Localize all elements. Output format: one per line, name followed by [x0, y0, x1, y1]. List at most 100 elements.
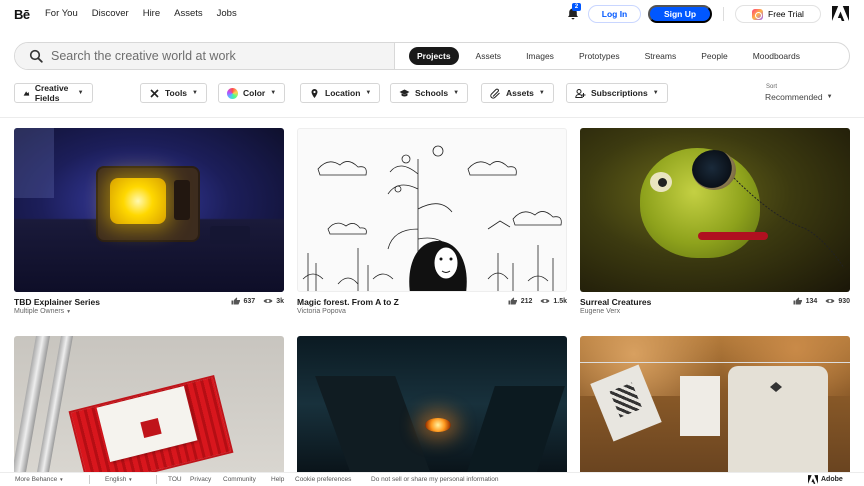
- footer-link-cookie-preferences[interactable]: Cookie preferences: [295, 476, 351, 483]
- sort-label: Sort: [766, 84, 778, 90]
- nav-for-you[interactable]: For You: [45, 8, 78, 19]
- nav-jobs[interactable]: Jobs: [217, 8, 237, 19]
- footer-divider: [89, 475, 90, 484]
- filter-assets[interactable]: Assets ▼: [481, 83, 554, 103]
- notification-count-badge: 2: [572, 3, 581, 11]
- nav-discover[interactable]: Discover: [92, 8, 129, 19]
- location-pin-icon: [311, 88, 318, 98]
- project-card[interactable]: [297, 336, 567, 472]
- eye-icon: [825, 298, 835, 304]
- nav-hire[interactable]: Hire: [143, 8, 160, 19]
- project-owner[interactable]: Multiple Owners ▼: [14, 308, 71, 315]
- top-navigation: Bē For You Discover Hire Assets Jobs 2 L…: [0, 0, 864, 28]
- project-thumbnail[interactable]: [580, 336, 850, 472]
- footer-divider: [156, 475, 157, 484]
- search-type-tabs: Projects Assets Images Prototypes Stream…: [409, 47, 817, 65]
- likes-count: 637: [243, 297, 256, 305]
- project-thumbnail[interactable]: [14, 336, 284, 472]
- project-card[interactable]: Magic forest. From A to Z Victoria Popov…: [297, 128, 567, 320]
- tab-streams[interactable]: Streams: [637, 47, 685, 65]
- search-input[interactable]: [51, 48, 381, 64]
- filter-label: Subscriptions: [591, 88, 648, 98]
- paperclip-icon: [490, 88, 500, 99]
- filter-color[interactable]: Color ▼: [218, 83, 286, 103]
- tab-prototypes[interactable]: Prototypes: [571, 47, 628, 65]
- graduation-cap-icon: [399, 89, 410, 96]
- thumbs-up-icon: [508, 297, 517, 305]
- project-stats: 212 1.5k: [508, 297, 567, 305]
- project-title[interactable]: Magic forest. From A to Z: [297, 297, 399, 307]
- sort-dropdown[interactable]: Recommended ▼: [765, 92, 833, 102]
- filter-label: Assets: [506, 88, 534, 98]
- tab-assets[interactable]: Assets: [468, 47, 510, 65]
- eye-icon: [263, 298, 273, 304]
- filter-subscriptions[interactable]: Subscriptions ▼: [566, 83, 668, 103]
- footer-link-privacy[interactable]: Privacy: [190, 476, 211, 483]
- tab-people[interactable]: People: [693, 47, 735, 65]
- more-behance-dropdown[interactable]: More Behance ▼: [15, 476, 64, 483]
- tab-moodboards[interactable]: Moodboards: [745, 47, 808, 65]
- footer: More Behance ▼ English ▼ TOU Privacy Com…: [0, 472, 864, 486]
- likes-stat: 212: [508, 297, 532, 305]
- main-nav: For You Discover Hire Assets Jobs: [45, 8, 237, 19]
- filter-label: Creative Fields: [34, 83, 69, 103]
- behance-logo[interactable]: Bē: [14, 7, 30, 22]
- filter-label: Location: [325, 88, 361, 98]
- project-title[interactable]: TBD Explainer Series: [14, 297, 100, 307]
- chevron-down-icon: ▼: [652, 90, 659, 96]
- chevron-down-icon: ▼: [453, 90, 460, 96]
- project-thumbnail[interactable]: [297, 336, 567, 472]
- footer-link-do-not-sell[interactable]: Do not sell or share my personal informa…: [371, 476, 499, 483]
- likes-stat: 134: [793, 297, 818, 305]
- project-title[interactable]: Surreal Creatures: [580, 297, 651, 307]
- free-trial-button[interactable]: Free Trial: [735, 5, 821, 23]
- search-field-container: [15, 43, 395, 69]
- eye-icon: [540, 298, 550, 304]
- views-count: 3k: [276, 297, 284, 305]
- filter-tools[interactable]: Tools ▼: [140, 83, 207, 103]
- filter-location[interactable]: Location ▼: [300, 83, 381, 103]
- filter-schools[interactable]: Schools ▼: [390, 83, 469, 103]
- filter-creative-fields[interactable]: Creative Fields ▼: [14, 83, 93, 103]
- sign-up-button[interactable]: Sign Up: [648, 5, 712, 23]
- project-thumbnail[interactable]: [297, 128, 567, 292]
- header-divider: [723, 7, 724, 21]
- project-card[interactable]: TBD Explainer Series Multiple Owners ▼ 6…: [14, 128, 284, 320]
- nav-assets[interactable]: Assets: [174, 8, 203, 19]
- filter-label: Tools: [165, 88, 188, 98]
- project-owner[interactable]: Eugene Verx: [580, 308, 620, 315]
- views-stat: 3k: [263, 297, 284, 305]
- tab-projects[interactable]: Projects: [409, 47, 459, 65]
- filter-label: Schools: [415, 88, 449, 98]
- chevron-down-icon: ▼: [59, 477, 64, 482]
- illustration-forest: [302, 145, 562, 291]
- tab-images[interactable]: Images: [518, 47, 562, 65]
- color-wheel-icon: [227, 87, 238, 99]
- project-card[interactable]: Surreal Creatures Eugene Verx 134 930: [580, 128, 850, 320]
- views-count: 1.5k: [553, 297, 567, 305]
- monocle-chain: [733, 177, 845, 269]
- adobe-logo-icon: [808, 475, 818, 484]
- footer-link-help[interactable]: Help: [271, 476, 284, 483]
- chevron-down-icon: ▼: [538, 90, 545, 96]
- section-divider: [0, 117, 864, 118]
- likes-count: 134: [805, 297, 818, 305]
- project-owner[interactable]: Victoria Popova: [297, 308, 346, 315]
- chevron-down-icon: ▼: [66, 309, 72, 315]
- language-dropdown[interactable]: English ▼: [105, 476, 133, 483]
- sort-value: Recommended: [765, 92, 823, 102]
- log-in-button[interactable]: Log In: [588, 5, 641, 23]
- footer-link-tou[interactable]: TOU: [168, 476, 182, 483]
- project-thumbnail[interactable]: [580, 128, 850, 292]
- project-thumbnail[interactable]: [14, 128, 284, 292]
- free-trial-label: Free Trial: [768, 9, 804, 19]
- views-stat: 930: [825, 297, 850, 305]
- likes-stat: 637: [231, 297, 256, 305]
- project-card[interactable]: [580, 336, 850, 472]
- footer-link-community[interactable]: Community: [223, 476, 256, 483]
- adobe-logo-icon[interactable]: [832, 6, 849, 21]
- chevron-down-icon: ▼: [270, 90, 277, 96]
- footer-adobe-link[interactable]: Adobe: [808, 475, 843, 484]
- chevron-down-icon: ▼: [77, 90, 84, 96]
- project-card[interactable]: [14, 336, 284, 472]
